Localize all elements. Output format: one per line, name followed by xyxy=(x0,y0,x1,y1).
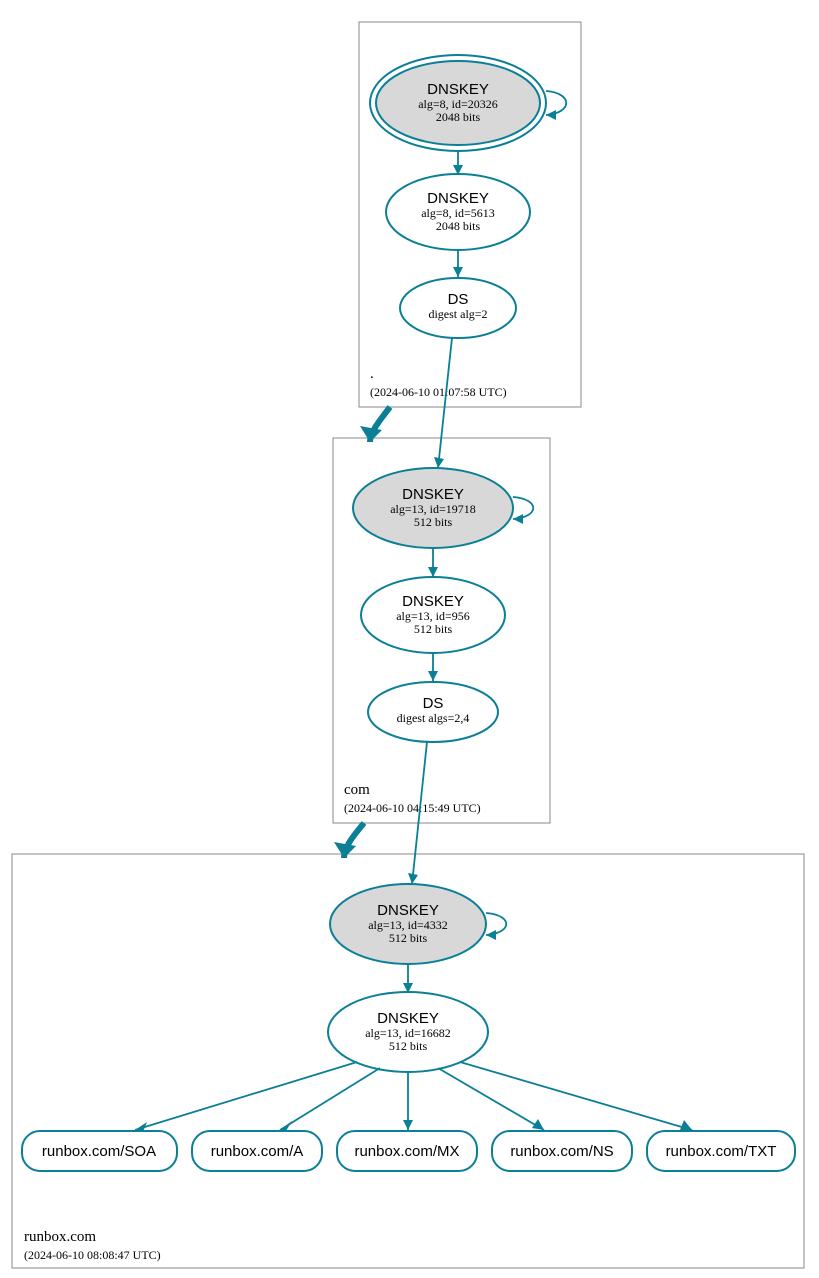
arrow-com-zsk-ds xyxy=(428,671,438,681)
rrset-soa: runbox.com/SOA xyxy=(22,1131,177,1171)
node-root-ds-title: DS xyxy=(448,291,469,308)
node-com-ksk-title: DNSKEY xyxy=(402,486,464,503)
node-com-ds-l1: digest algs=2,4 xyxy=(397,711,470,725)
node-root-zsk-l2: 2048 bits xyxy=(436,219,481,233)
node-com-zsk: DNSKEY alg=13, id=956 512 bits xyxy=(361,577,505,653)
node-com-zsk-title: DNSKEY xyxy=(402,593,464,610)
arrow-root-ds-com-ksk xyxy=(434,457,444,468)
node-com-ksk: DNSKEY alg=13, id=19718 512 bits xyxy=(353,468,513,548)
node-leaf-ksk-l2: 512 bits xyxy=(389,931,428,945)
rrset-ns: runbox.com/NS xyxy=(492,1131,632,1171)
node-leaf-ksk: DNSKEY alg=13, id=4332 512 bits xyxy=(330,884,486,964)
arrow-zone-root-to-com xyxy=(360,426,382,442)
rrset-mx-label: runbox.com/MX xyxy=(354,1143,459,1160)
edge-zsk-ns xyxy=(438,1068,544,1130)
arrow-root-ksk-self xyxy=(546,110,556,120)
node-root-zsk: DNSKEY alg=8, id=5613 2048 bits xyxy=(386,174,530,250)
arrow-root-zsk-ds xyxy=(453,267,463,277)
node-leaf-zsk-l2: 512 bits xyxy=(389,1039,428,1053)
zone-leaf-name: runbox.com xyxy=(24,1229,96,1245)
edge-com-ksk-self xyxy=(513,497,533,519)
rrset-mx: runbox.com/MX xyxy=(337,1131,477,1171)
arrow-com-ksk-self xyxy=(513,514,523,524)
arrow-zsk-mx xyxy=(403,1120,413,1130)
node-leaf-zsk: DNSKEY alg=13, id=16682 512 bits xyxy=(328,992,488,1072)
rrset-a: runbox.com/A xyxy=(192,1131,322,1171)
arrow-zsk-a xyxy=(280,1121,292,1131)
arrow-zsk-txt xyxy=(680,1120,692,1130)
edge-zsk-soa xyxy=(135,1062,357,1130)
edge-zsk-a xyxy=(280,1068,380,1130)
node-com-zsk-l1: alg=13, id=956 xyxy=(396,609,470,623)
zone-root-name: . xyxy=(370,366,374,382)
rrset-soa-label: runbox.com/SOA xyxy=(42,1143,156,1160)
node-leaf-ksk-l1: alg=13, id=4332 xyxy=(368,918,448,932)
arrow-com-ds-leaf-ksk xyxy=(408,873,418,884)
zone-com-ts: (2024-06-10 04:15:49 UTC) xyxy=(344,801,481,815)
node-root-ksk-l2: 2048 bits xyxy=(436,110,481,124)
edge-zsk-txt xyxy=(460,1062,692,1130)
node-com-zsk-l2: 512 bits xyxy=(414,622,453,636)
arrow-com-ksk-zsk xyxy=(428,567,438,577)
arrow-zone-com-to-leaf xyxy=(334,842,356,858)
node-root-ds: DS digest alg=2 xyxy=(400,278,516,338)
node-leaf-zsk-title: DNSKEY xyxy=(377,1010,439,1027)
rrset-txt-label: runbox.com/TXT xyxy=(666,1143,777,1160)
node-leaf-ksk-title: DNSKEY xyxy=(377,902,439,919)
edge-leaf-ksk-self xyxy=(486,913,506,935)
node-com-ksk-l1: alg=13, id=19718 xyxy=(390,502,476,516)
node-root-zsk-l1: alg=8, id=5613 xyxy=(421,206,495,220)
node-com-ksk-l2: 512 bits xyxy=(414,515,453,529)
rrset-ns-label: runbox.com/NS xyxy=(510,1143,613,1160)
node-com-ds: DS digest algs=2,4 xyxy=(368,682,498,742)
zone-root-ts: (2024-06-10 01:07:58 UTC) xyxy=(370,385,507,399)
rrset-txt: runbox.com/TXT xyxy=(647,1131,795,1171)
zone-leaf-ts: (2024-06-10 08:08:47 UTC) xyxy=(24,1248,161,1262)
node-root-ksk: DNSKEY alg=8, id=20326 2048 bits xyxy=(370,55,546,151)
arrow-leaf-ksk-self xyxy=(486,930,496,940)
rrset-a-label: runbox.com/A xyxy=(211,1143,304,1160)
node-root-ds-l1: digest alg=2 xyxy=(428,307,487,321)
zone-com-name: com xyxy=(344,782,370,798)
dnssec-trust-graph: . (2024-06-10 01:07:58 UTC) com (2024-06… xyxy=(0,0,819,1278)
node-com-ds-title: DS xyxy=(423,695,444,712)
node-root-zsk-title: DNSKEY xyxy=(427,190,489,207)
edge-root-ksk-self xyxy=(546,91,566,115)
edge-root-ds-com-ksk xyxy=(438,338,452,468)
node-root-ksk-l1: alg=8, id=20326 xyxy=(418,97,498,111)
node-leaf-zsk-l1: alg=13, id=16682 xyxy=(365,1026,451,1040)
node-root-ksk-title: DNSKEY xyxy=(427,81,489,98)
